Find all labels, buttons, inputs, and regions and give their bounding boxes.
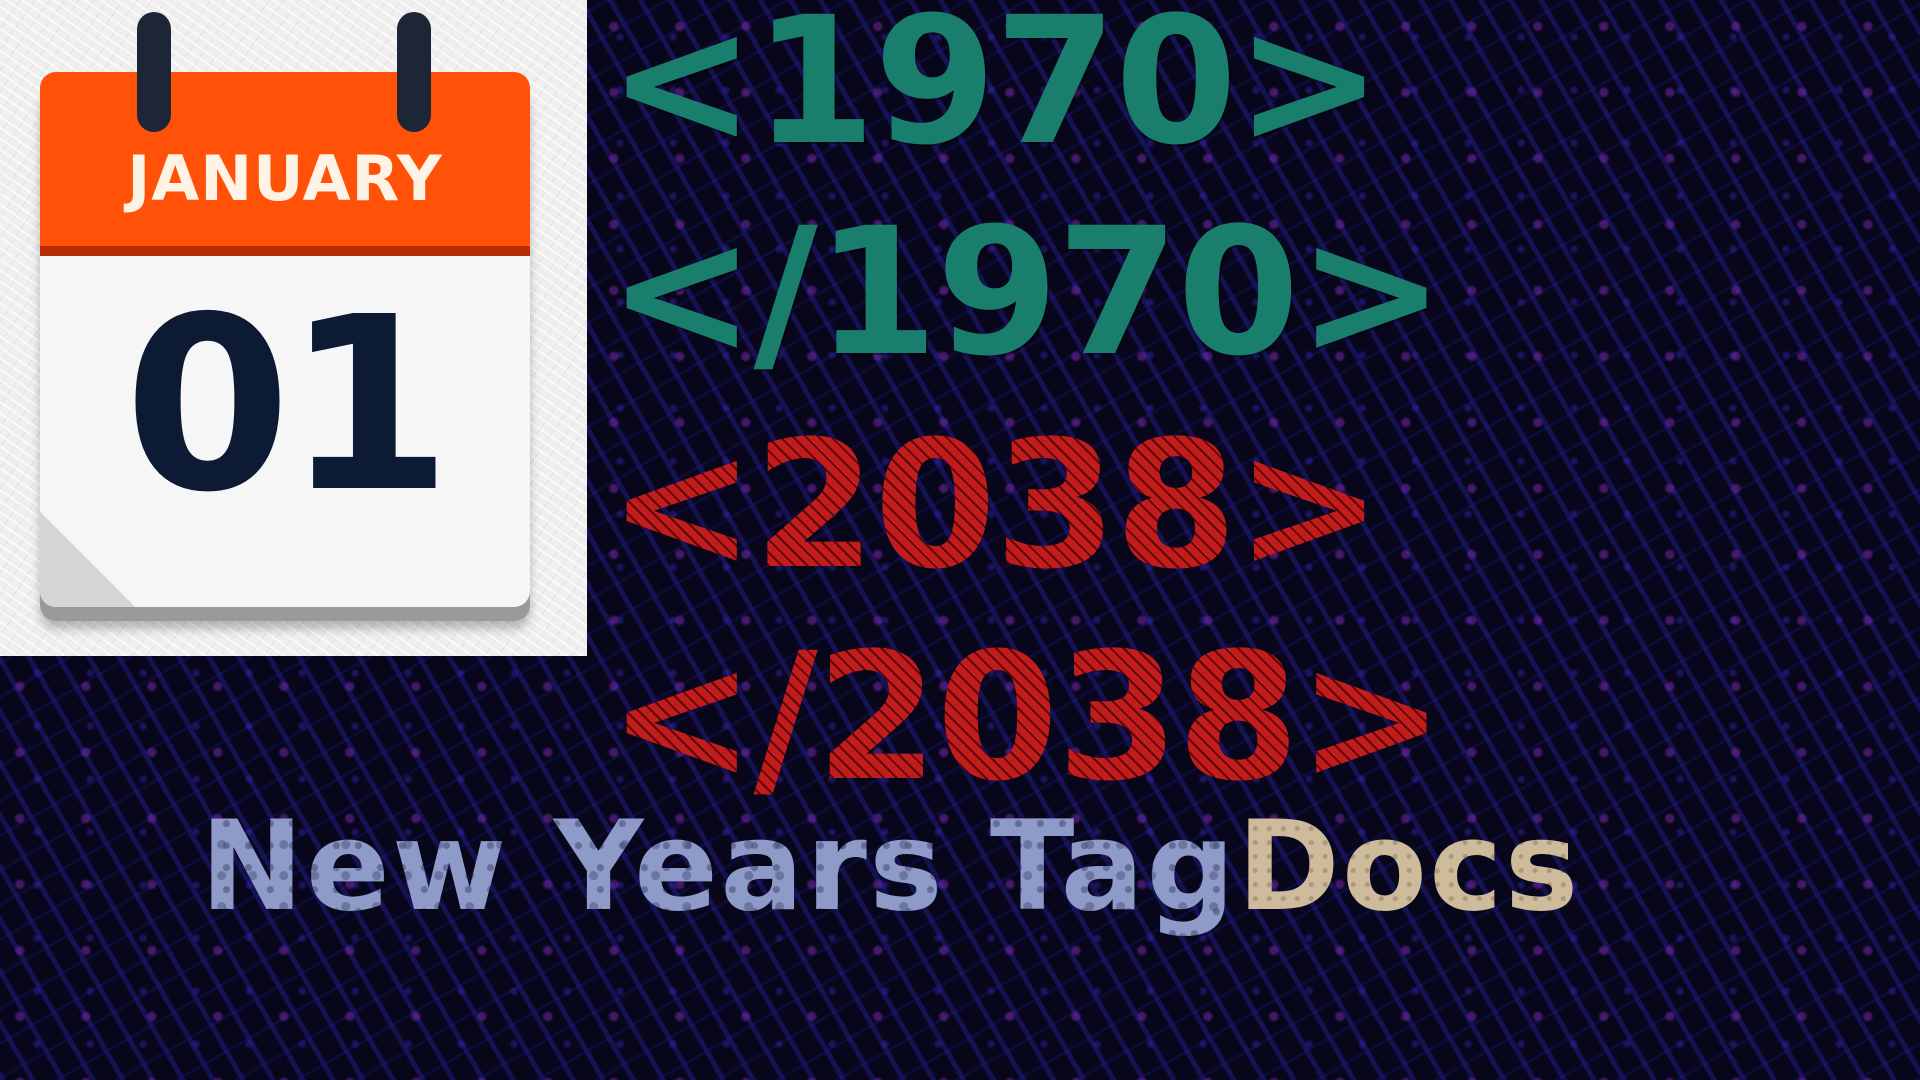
calendar-ring-right-icon [387,12,441,138]
calendar-month: JANUARY [127,142,443,215]
calendar-page-fold [40,512,135,607]
calendar-panel: JANUARY 01 [0,0,587,656]
tag-2038-close: </2038> [608,615,1444,820]
tag-1970-open: <1970> [608,0,1383,184]
calendar-ring-left-icon [127,12,181,138]
tag-2038-open: <2038> [608,403,1381,608]
calendar-day: 01 [124,265,452,545]
title-accent: Docs [1236,795,1581,939]
page-title: New Years TagDocs [200,795,1580,939]
tag-1970-close: </1970> [608,190,1445,395]
title-main: New Years Tag [200,795,1237,939]
